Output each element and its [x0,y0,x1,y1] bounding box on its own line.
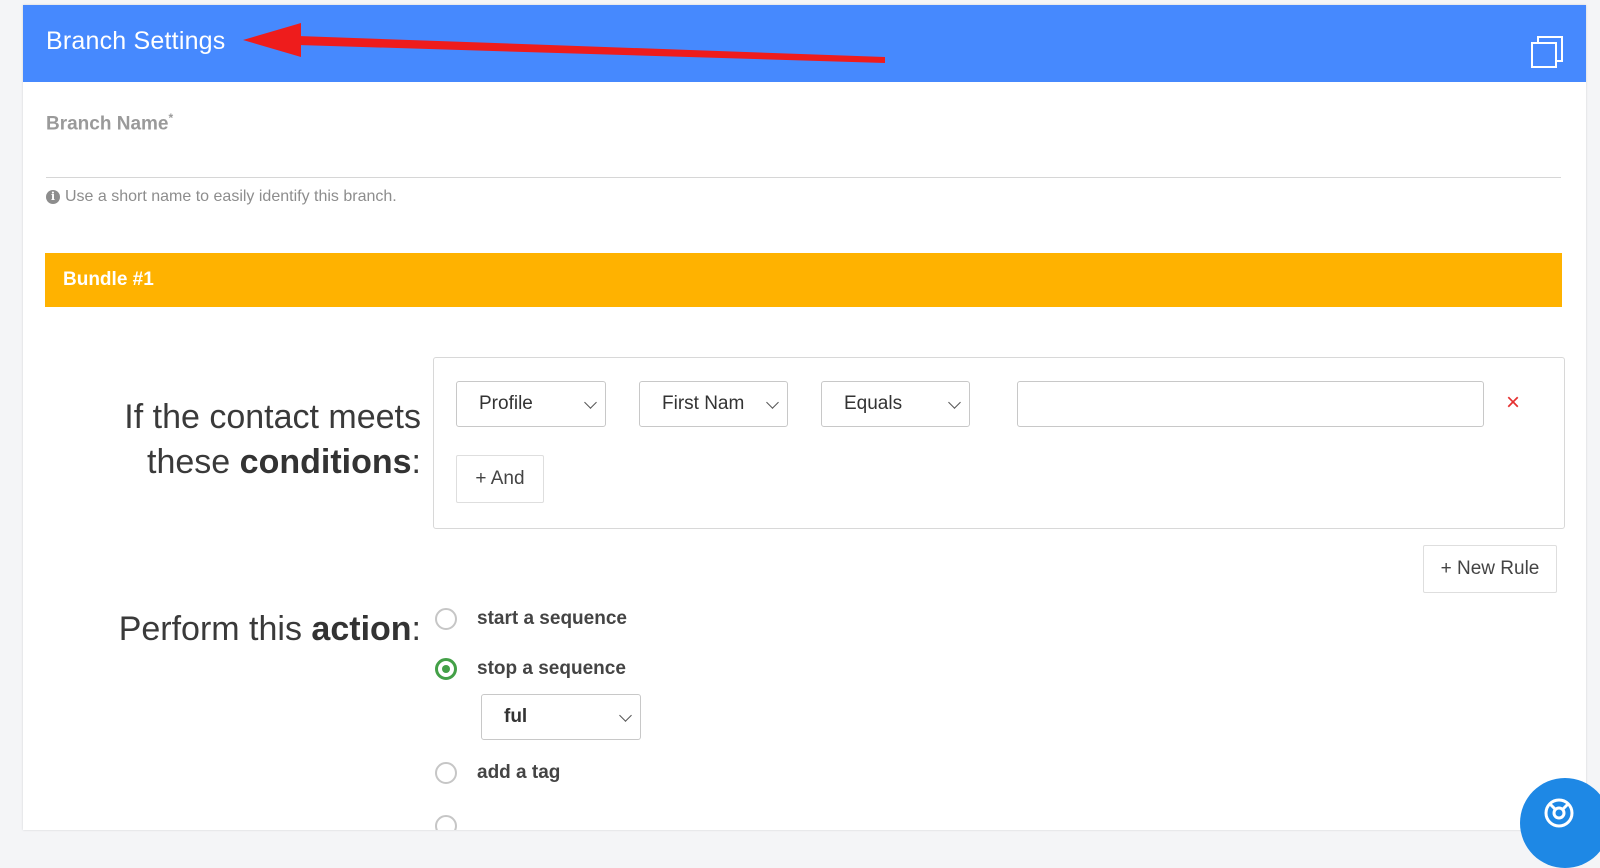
radio-stop-sequence[interactable] [435,658,457,680]
close-icon[interactable]: × [1506,390,1520,416]
radio-add-tag[interactable] [435,762,457,784]
branch-name-label-text: Branch Name [46,113,169,135]
chevron-down-icon [619,709,632,722]
action-option-stop-sequence[interactable]: stop a sequence [435,658,626,680]
action-heading-bold: action [311,610,412,648]
bundle-title: Bundle #1 [63,269,154,290]
radio-next-option[interactable] [435,815,457,830]
field-select[interactable]: First Nam [639,381,788,427]
branch-settings-panel: Branch Settings Branch Name* i Use a sho… [23,5,1586,830]
required-mark: * [168,111,174,125]
bundle-header[interactable]: Bundle #1 [45,253,1562,307]
branch-name-label: Branch Name* [46,111,173,135]
chevron-down-icon [584,396,597,409]
action-heading-prefix: Perform this [118,610,312,648]
chevron-down-icon [948,396,961,409]
chevron-down-icon [766,396,779,409]
panel-header: Branch Settings [23,5,1586,82]
operator-select[interactable]: Equals [821,381,970,427]
radio-label: add a tag [477,762,561,783]
action-heading-suffix: : [411,610,421,648]
help-chat-button[interactable] [1520,778,1600,868]
condition-value-input[interactable] [1017,381,1484,427]
field-select-value: First Nam [662,393,745,414]
radio-label: stop a sequence [477,658,626,679]
sequence-select-value: ful [504,706,528,727]
conditions-heading: If the contact meets these conditions: [43,395,421,485]
operator-select-value: Equals [844,393,903,414]
conditions-box: Profile First Nam Equals × + And [433,357,1565,529]
radio-start-sequence[interactable] [435,608,457,630]
help-chat-icon [1544,798,1574,828]
conditions-heading-bold: conditions [239,443,412,481]
info-icon: i [46,190,60,204]
branch-name-input[interactable] [46,137,1561,178]
category-select-value: Profile [479,393,533,414]
annotation-arrow-icon [243,23,885,63]
action-option-start-sequence[interactable]: start a sequence [435,608,627,630]
branch-name-hint: i Use a short name to easily identify th… [46,188,397,206]
action-heading: Perform this action: [43,610,421,649]
sequence-select[interactable]: ful [481,694,641,740]
window-restore-icon[interactable] [1530,35,1564,69]
add-and-condition-button[interactable]: + And [456,455,544,503]
new-rule-button[interactable]: + New Rule [1423,545,1557,593]
panel-title: Branch Settings [46,27,226,55]
action-option-add-tag[interactable]: add a tag [435,762,560,784]
conditions-heading-suffix: : [411,443,421,481]
hint-text: Use a short name to easily identify this… [65,188,397,205]
radio-label: start a sequence [477,608,627,629]
category-select[interactable]: Profile [456,381,606,427]
